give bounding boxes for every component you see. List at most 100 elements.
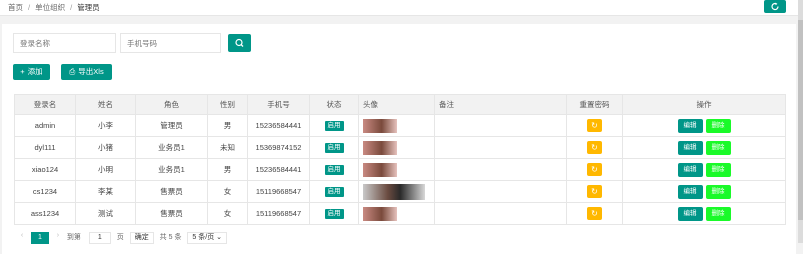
col-reset-password[interactable]: 重置密码 (566, 94, 623, 115)
cell-status: 启用 (309, 180, 359, 203)
cell-login: ass1234 (14, 202, 76, 225)
cell-status: 启用 (309, 114, 359, 137)
add-label: 添加 (27, 67, 43, 76)
goto-label: 到第 (66, 234, 81, 241)
top-bar: 首页 / 单位组织 / 管理员 (0, 0, 798, 16)
refresh-button[interactable] (764, 0, 786, 13)
edit-button[interactable]: 编辑 (677, 140, 703, 155)
refresh-icon (771, 2, 779, 11)
cell-status: 启用 (309, 136, 359, 159)
avatar[interactable] (363, 183, 425, 200)
refresh-icon: ↻ (591, 165, 598, 174)
goto-confirm-button[interactable]: 确定 (129, 232, 154, 244)
delete-button[interactable]: 删除 (705, 118, 731, 133)
page-scrollbar[interactable] (798, 0, 803, 243)
page-number-input[interactable]: 1 (88, 232, 111, 244)
refresh-icon: ↻ (591, 209, 598, 218)
avatar[interactable] (363, 140, 397, 155)
chevron-down-icon: ⌄ (216, 234, 223, 241)
breadcrumb-home[interactable]: 首页 (8, 3, 23, 12)
col-avatar[interactable]: 头像 (358, 94, 435, 115)
edit-button[interactable]: 编辑 (677, 162, 703, 177)
plus-icon: + (20, 67, 25, 76)
reset-password-button[interactable]: ↻ (587, 141, 602, 154)
search-button[interactable] (228, 34, 251, 52)
delete-button[interactable]: 删除 (705, 162, 731, 177)
edit-button[interactable]: 编辑 (677, 184, 703, 199)
cell-phone: 15119668547 (247, 180, 310, 203)
cell-gender: 男 (207, 114, 248, 137)
col-phone[interactable]: 手机号 (247, 94, 310, 115)
export-xls-button[interactable]: ⎙ 导出Xls (61, 64, 112, 80)
cell-gender: 女 (207, 180, 248, 203)
scrollbar-thumb[interactable] (798, 20, 803, 220)
cell-name: 小明 (75, 158, 136, 181)
table-row[interactable]: ass1234 测试 售票员 女 15119668547 启用 ↻ 编辑 删除 (14, 202, 786, 225)
export-label: 导出Xls (78, 67, 104, 76)
next-page-icon[interactable]: › (51, 232, 65, 239)
col-role[interactable]: 角色 (135, 94, 208, 115)
delete-button[interactable]: 删除 (705, 184, 731, 199)
edit-button[interactable]: 编辑 (677, 206, 703, 221)
cell-phone: 15369874152 (247, 136, 310, 159)
col-name[interactable]: 姓名 (75, 94, 136, 115)
cell-name: 小猪 (75, 136, 136, 159)
cell-reset: ↻ (566, 180, 623, 203)
refresh-icon: ↻ (591, 187, 598, 196)
table-row[interactable]: dyl111 小猪 业务员1 未知 15369874152 启用 ↻ 编辑 删除 (14, 136, 786, 159)
cell-status: 启用 (309, 202, 359, 225)
cell-gender: 男 (207, 158, 248, 181)
reset-password-button[interactable]: ↻ (587, 207, 602, 220)
cell-login: cs1234 (14, 180, 76, 203)
cell-role: 管理员 (135, 114, 208, 137)
reset-password-button[interactable]: ↻ (587, 119, 602, 132)
reset-password-button[interactable]: ↻ (587, 185, 602, 198)
cell-name: 李某 (75, 180, 136, 203)
cell-status: 启用 (309, 158, 359, 181)
breadcrumb-separator: / (28, 3, 31, 12)
cell-remark (434, 136, 567, 159)
search-icon (235, 38, 244, 47)
avatar[interactable] (363, 162, 397, 177)
cell-remark (434, 202, 567, 225)
delete-button[interactable]: 删除 (705, 140, 731, 155)
cell-phone: 15236584441 (247, 158, 310, 181)
col-login[interactable]: 登录名 (14, 94, 76, 115)
cell-avatar (358, 180, 435, 203)
cell-role: 售票员 (135, 180, 208, 203)
cell-remark (434, 180, 567, 203)
delete-button[interactable]: 删除 (705, 206, 731, 221)
add-button[interactable]: + 添加 (13, 64, 50, 80)
printer-icon: ⎙ (69, 67, 76, 76)
avatar[interactable] (363, 206, 397, 221)
col-remark[interactable]: 备注 (434, 94, 567, 115)
prev-page-icon[interactable]: ‹ (15, 232, 29, 239)
cell-name: 小李 (75, 114, 136, 137)
status-badge[interactable]: 启用 (324, 120, 344, 131)
col-status[interactable]: 状态 (309, 94, 359, 115)
cell-role: 售票员 (135, 202, 208, 225)
breadcrumb-org[interactable]: 单位组织 (35, 3, 65, 12)
reset-password-button[interactable]: ↻ (587, 163, 602, 176)
page-size-select[interactable]: 5 条/页 ⌄ (187, 232, 228, 244)
table-row[interactable]: cs1234 李某 售票员 女 15119668547 启用 ↻ 编辑 删除 (14, 180, 786, 203)
cell-phone: 15236584441 (247, 114, 310, 137)
status-badge[interactable]: 启用 (324, 208, 344, 219)
status-badge[interactable]: 启用 (324, 186, 344, 197)
cell-remark (434, 114, 567, 137)
cell-reset: ↻ (566, 114, 623, 137)
avatar[interactable] (363, 118, 397, 133)
phone-input[interactable] (120, 33, 221, 53)
edit-button[interactable]: 编辑 (677, 118, 703, 133)
status-badge[interactable]: 启用 (324, 164, 344, 175)
cell-reset: ↻ (566, 158, 623, 181)
col-gender[interactable]: 性别 (207, 94, 248, 115)
login-name-input[interactable] (13, 33, 116, 53)
table-row[interactable]: admin 小李 管理员 男 15236584441 启用 ↻ 编辑 删除 (14, 114, 786, 137)
status-badge[interactable]: 启用 (324, 142, 344, 153)
page-current[interactable]: 1 (30, 232, 49, 244)
cell-phone: 15119668547 (247, 202, 310, 225)
total-count: 共 5 条 (159, 234, 182, 241)
table-row[interactable]: xiao124 小明 业务员1 男 15236584441 启用 ↻ 编辑 删除 (14, 158, 786, 181)
col-actions[interactable]: 操作 (622, 94, 786, 115)
